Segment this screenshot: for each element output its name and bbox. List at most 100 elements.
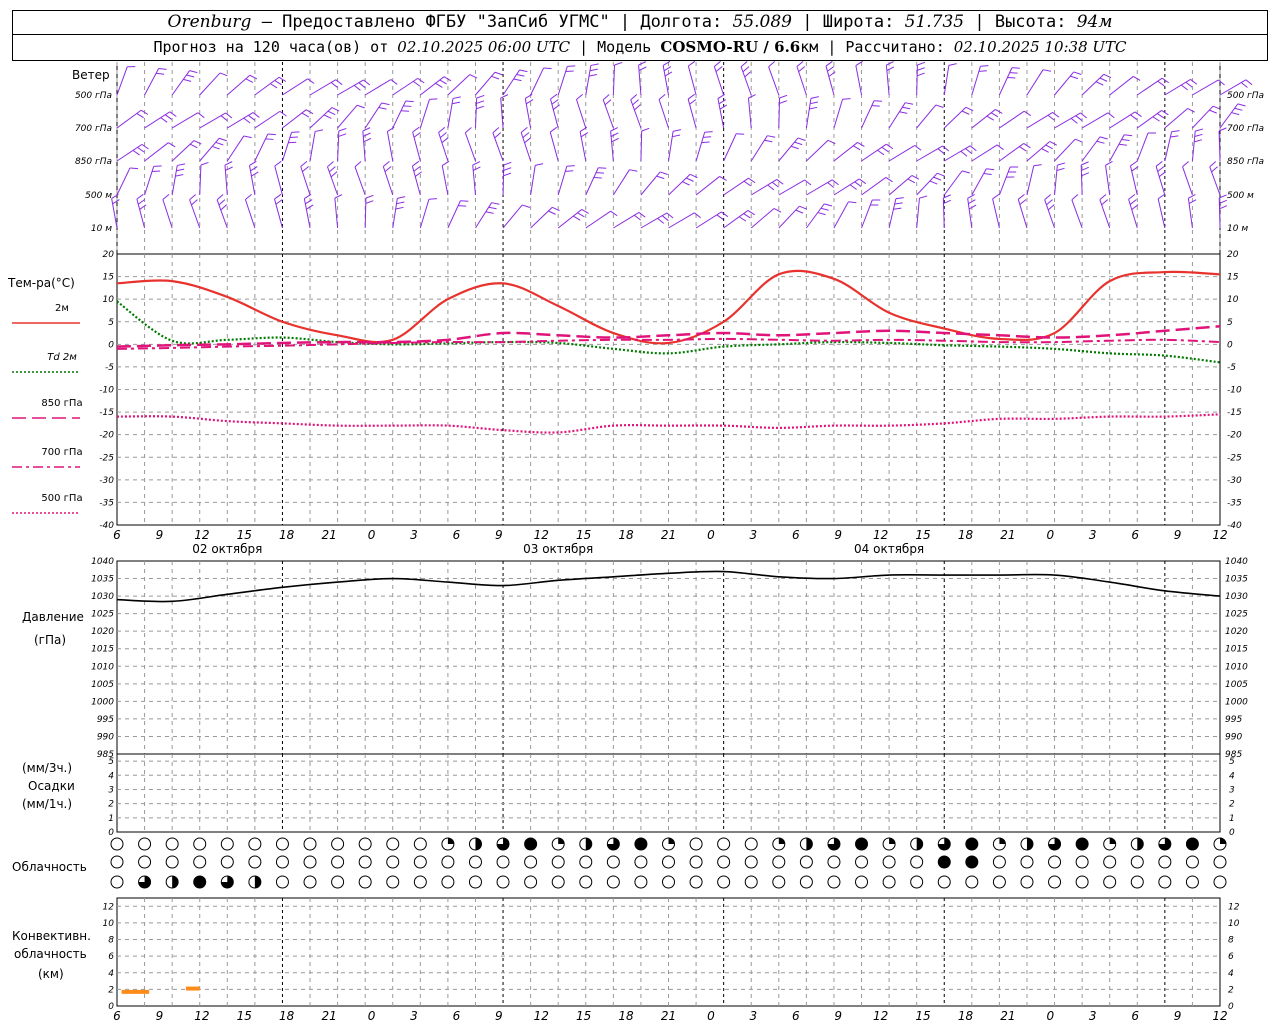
cloud-circle bbox=[634, 875, 648, 889]
wind-barb-flag bbox=[413, 132, 421, 138]
wind-level-label-right: 10 м bbox=[1227, 224, 1248, 234]
wind-barb-staff bbox=[1017, 199, 1028, 229]
wind-barb-flag bbox=[895, 197, 904, 200]
wind-barb-flag bbox=[1155, 160, 1163, 167]
wind-barb-staff bbox=[1136, 132, 1149, 162]
pressure-ytick-right: 1040 bbox=[1225, 557, 1248, 567]
wind-barb-flag bbox=[714, 61, 721, 67]
wind-barb-flag bbox=[428, 198, 437, 200]
wind-barb-staff bbox=[199, 72, 221, 96]
cloud-circle bbox=[413, 855, 427, 869]
cloud-fill bbox=[668, 838, 675, 844]
wind-barb-flag bbox=[742, 66, 750, 73]
wind-barb-staff bbox=[668, 212, 695, 229]
wind-barb-staff bbox=[778, 205, 800, 229]
temp-xtick: 6 bbox=[453, 528, 461, 542]
cloud-circle bbox=[855, 855, 869, 869]
wind-barb-staff bbox=[254, 76, 280, 96]
cloud-circle bbox=[165, 855, 179, 869]
wind-barb-flag bbox=[905, 102, 914, 105]
pressure-ytick-right: 990 bbox=[1225, 732, 1242, 742]
cloud-circle bbox=[524, 855, 538, 869]
wind-barb-flag bbox=[1118, 143, 1127, 146]
wind-barb-flag bbox=[929, 180, 938, 185]
wind-barb-staff bbox=[602, 99, 614, 129]
cloud-circle bbox=[855, 875, 869, 889]
conv-ytick: 2 bbox=[108, 985, 114, 995]
cloud-circle bbox=[331, 855, 345, 869]
temp-xtick: 12 bbox=[1212, 528, 1227, 542]
wind-barb-flag bbox=[576, 94, 583, 100]
cloud-fill bbox=[1026, 838, 1033, 850]
wind-barb-flag bbox=[307, 78, 315, 84]
wind-barb-flag bbox=[1041, 148, 1049, 153]
wind-barb-flag bbox=[186, 74, 195, 78]
precip-ytick-right: 4 bbox=[1229, 771, 1235, 781]
wind-barb-flag bbox=[748, 94, 756, 99]
wind-barb-staff bbox=[640, 212, 668, 229]
wind-barb-flag bbox=[252, 112, 260, 118]
wind-level-label: 500 м bbox=[85, 191, 112, 201]
wind-barb-flag bbox=[634, 104, 641, 111]
wind-barb-flag bbox=[1046, 199, 1053, 206]
wind-barb-flag bbox=[249, 160, 257, 166]
wind-barb-flag bbox=[476, 105, 484, 110]
wind-barb-staff bbox=[778, 179, 806, 196]
date-label: 04 октября bbox=[854, 542, 924, 556]
cloud-circle bbox=[303, 875, 317, 889]
temp-ytick-right: -35 bbox=[1227, 498, 1242, 508]
wind-barb-flag bbox=[248, 114, 256, 121]
wind-barb-flag bbox=[1105, 160, 1113, 166]
wind-barb-flag bbox=[588, 73, 597, 77]
wind-barb-staff bbox=[825, 65, 835, 96]
wind-barb-flag bbox=[1045, 144, 1053, 150]
wind-barb-flag bbox=[439, 132, 447, 138]
wind-barb-flag bbox=[438, 127, 446, 133]
cloud-circle bbox=[275, 855, 289, 869]
wind-barb-staff bbox=[723, 133, 737, 162]
wind-barb-staff bbox=[502, 164, 505, 196]
precip-ytick-right: 1 bbox=[1229, 814, 1235, 824]
wind-barb-flag bbox=[439, 79, 447, 85]
wind-barb-flag bbox=[659, 171, 668, 175]
wind-barb-staff bbox=[309, 107, 333, 129]
wind-barb-staff bbox=[530, 206, 553, 229]
wind-barb-staff bbox=[226, 74, 251, 96]
wind-barb-flag bbox=[885, 177, 893, 183]
wind-barb-staff bbox=[833, 99, 844, 129]
wind-barb-staff bbox=[1192, 79, 1219, 96]
cloud-fill bbox=[1109, 838, 1116, 844]
cloud-fill bbox=[855, 838, 868, 850]
cloud-circle bbox=[138, 837, 152, 851]
temp-xtick: 15 bbox=[237, 528, 252, 542]
wind-barb-flag bbox=[1047, 204, 1055, 211]
cloud-circle bbox=[386, 855, 400, 869]
wind-barb-flag bbox=[1218, 79, 1225, 86]
conv-bar bbox=[185, 986, 200, 991]
wind-barb-staff bbox=[419, 199, 430, 229]
wind-barb-flag bbox=[1099, 77, 1108, 82]
wind-barb-flag bbox=[716, 214, 724, 220]
wind-barb-flag bbox=[1099, 136, 1108, 140]
wind-barb-flag bbox=[886, 61, 894, 66]
wind-barb-flag bbox=[641, 127, 650, 132]
cloud-circle bbox=[248, 837, 262, 851]
wind-barb-flag bbox=[1195, 128, 1204, 132]
wind-barb-staff bbox=[171, 70, 191, 96]
wind-barb-flag bbox=[363, 132, 371, 137]
cloud-circle bbox=[358, 875, 372, 889]
wind-barb-staff bbox=[916, 198, 920, 229]
wind-barb-staff bbox=[778, 137, 799, 162]
wind-barb-flag bbox=[215, 141, 224, 146]
wind-barb-flag bbox=[403, 105, 412, 107]
wind-barb-staff bbox=[833, 201, 849, 229]
cloud-circle bbox=[744, 875, 758, 889]
wind-barb-flag bbox=[160, 117, 168, 123]
cloud-circle bbox=[193, 837, 207, 851]
temp-xtick: 9 bbox=[834, 528, 842, 542]
wind-barb-flag bbox=[1190, 79, 1198, 85]
cloud-circle bbox=[496, 875, 510, 889]
wind-barb-flag bbox=[441, 137, 449, 144]
cloud-circle bbox=[1103, 855, 1117, 869]
wind-barb-flag bbox=[965, 106, 974, 112]
